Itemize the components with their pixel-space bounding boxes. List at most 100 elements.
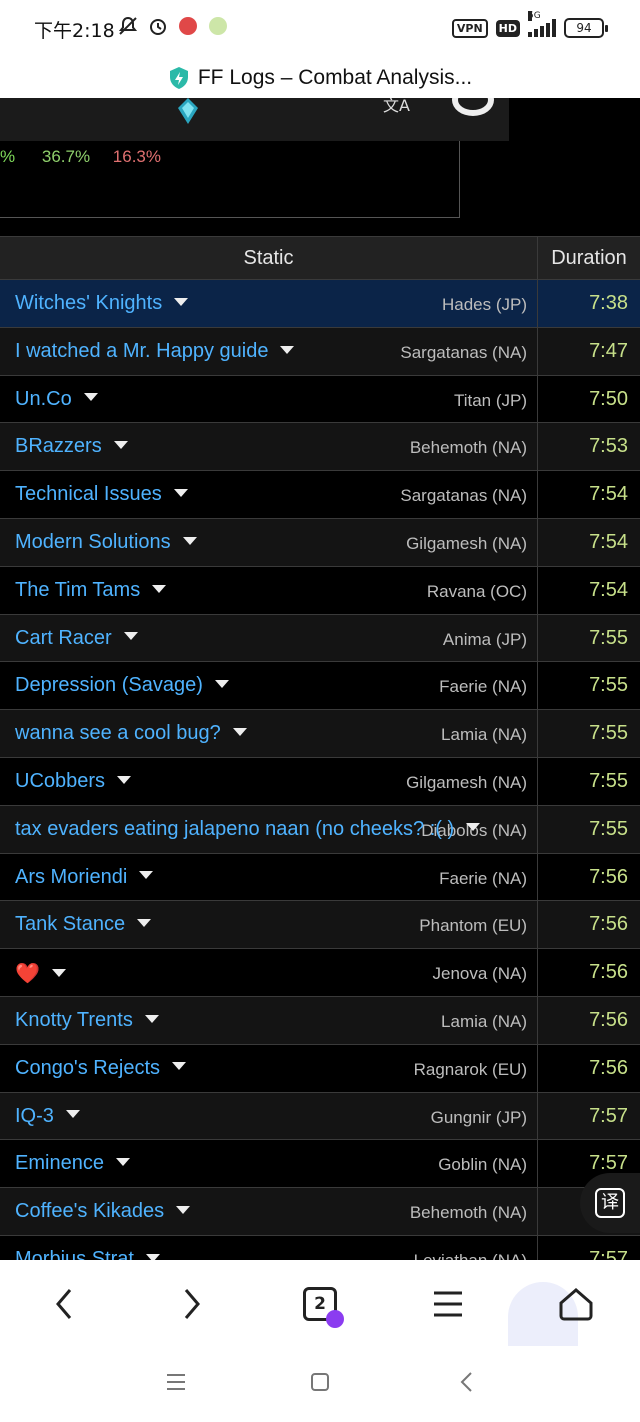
team-name-link[interactable]: Technical Issues — [15, 483, 188, 506]
team-name-link[interactable]: Congo's Rejects — [15, 1057, 186, 1080]
translate-button[interactable]: 译 — [580, 1173, 640, 1233]
home-button[interactable] — [552, 1280, 600, 1328]
static-cell: Sargatanas (NA) I watched a Mr. Happy gui… — [0, 327, 538, 375]
team-name-link[interactable]: Witches' Knights — [15, 292, 189, 315]
team-name-link[interactable]: Knotty Trents — [15, 1009, 159, 1032]
menu-button[interactable] — [424, 1280, 472, 1328]
table-row[interactable]: Goblin (NA) Eminence 7:57 — [0, 1140, 640, 1189]
table-row[interactable]: Lamia (NA) Knotty Trents 7:56 — [0, 996, 640, 1045]
duration-cell: 7:56 — [589, 913, 628, 936]
caret-down-icon[interactable] — [174, 297, 189, 306]
back-button[interactable] — [40, 1280, 88, 1328]
table-row[interactable]: Behemoth (NA)Coffee's Kikades7:57 — [0, 1188, 640, 1236]
table-row[interactable]: Sargatanas (NA) I watched a Mr. Happy gui… — [0, 327, 640, 376]
team-name-text: The Tim Tams — [15, 578, 141, 601]
team-name-link[interactable]: I watched a Mr. Happy guide — [15, 339, 295, 363]
table-row[interactable]: Phantom (EU) Tank Stance 7:56 — [0, 901, 640, 950]
team-name-link[interactable]: Modern Solutions — [15, 531, 197, 554]
caret-down-icon[interactable] — [137, 919, 152, 928]
table-row[interactable]: Diabolos (NA) tax evaders eating jalapeno… — [0, 805, 640, 854]
duration-cell: 7:56 — [589, 1056, 628, 1079]
static-cell: Jenova (NA) ❤️ — [0, 949, 538, 996]
caret-down-icon[interactable] — [83, 393, 98, 402]
column-header-static[interactable]: Static — [0, 237, 538, 279]
duration-cell: 7:55 — [589, 722, 628, 745]
team-name-link[interactable]: Morbius Strat — [15, 1248, 160, 1260]
table-row[interactable]: Gilgamesh (NA) UCobbers 7:55 — [0, 757, 640, 806]
team-name-link[interactable]: The Tim Tams — [15, 578, 167, 602]
static-cell: Leviathan (NA) Morbius Strat — [0, 1235, 538, 1260]
team-name-text: ❤️ — [15, 963, 40, 986]
system-back-button[interactable] — [452, 1368, 480, 1396]
team-name-link[interactable]: Eminence — [15, 1152, 130, 1175]
caret-down-icon[interactable] — [139, 871, 154, 880]
table-row[interactable]: Gungnir (JP) IQ-3 7:57 — [0, 1092, 640, 1141]
table-row[interactable]: Ragnarok (EU) Congo's Rejects 7:56 — [0, 1044, 640, 1093]
static-cell: Lamia (NA) Knotty Trents — [0, 996, 538, 1044]
team-name-link[interactable]: Cart Racer — [15, 627, 138, 650]
caret-down-icon[interactable] — [466, 823, 481, 832]
caret-down-icon[interactable] — [123, 632, 138, 641]
team-name-text: Morbius Strat — [15, 1247, 134, 1260]
server-label: Faerie (NA) — [439, 677, 527, 697]
table-row[interactable]: Leviathan (NA) Morbius Strat 7:57 — [0, 1235, 640, 1260]
chevron-right-icon — [184, 1289, 200, 1319]
table-row[interactable]: Behemoth (NA) BRazzers 7:53 — [0, 423, 640, 472]
column-header-duration[interactable]: Duration — [538, 237, 640, 279]
team-name-link[interactable]: Un.Co — [15, 388, 98, 411]
team-name-link[interactable]: Tank Stance — [15, 913, 152, 936]
recents-button[interactable] — [162, 1368, 190, 1396]
tabs-button[interactable]: 2 — [296, 1280, 344, 1328]
caret-down-icon[interactable] — [144, 1014, 159, 1023]
team-name-link[interactable]: Coffee's Kikades — [15, 1200, 191, 1223]
team-name-text: Witches' Knights — [15, 292, 163, 314]
table-row[interactable]: Hades (JP) Witches' Knights 7:38 — [0, 280, 640, 328]
caret-down-icon[interactable] — [115, 1158, 130, 1167]
caret-down-icon[interactable] — [172, 1062, 186, 1071]
web-content: 文A % 36.7% 16.3% Static Duration Hades (… — [0, 98, 640, 1260]
team-name-text: Coffee's Kikades — [15, 1200, 165, 1223]
caret-down-icon[interactable] — [280, 345, 295, 354]
crystal-logo-icon[interactable] — [176, 98, 200, 124]
table-row[interactable]: Faerie (NA) Depression (Savage) 7:55 — [0, 662, 640, 711]
team-name-text: I watched a Mr. Happy guide — [15, 339, 269, 362]
table-row[interactable]: Lamia (NA) wanna see a cool bug? 7:55 — [0, 710, 640, 758]
status-notification-icons — [116, 14, 230, 38]
incognito-badge-icon — [326, 1310, 344, 1328]
team-name-link[interactable]: wanna see a cool bug? — [15, 722, 247, 745]
caret-down-icon[interactable] — [176, 1205, 191, 1214]
team-name-link[interactable]: IQ-3 — [15, 1105, 80, 1128]
caret-down-icon[interactable] — [51, 968, 66, 977]
server-label: Goblin (NA) — [438, 1155, 527, 1175]
team-name-link[interactable]: tax evaders eating jalapeno naan (no che… — [15, 818, 481, 841]
static-cell: Sargatanas (NA) Technical Issues — [0, 471, 538, 518]
caret-down-icon[interactable] — [232, 727, 247, 736]
language-icon[interactable]: 文A — [383, 98, 410, 116]
caret-down-icon[interactable] — [65, 1110, 80, 1119]
user-avatar-icon[interactable] — [452, 98, 494, 116]
caret-down-icon[interactable] — [152, 584, 167, 593]
team-name-link[interactable]: Ars Moriendi — [15, 866, 154, 889]
team-name-link[interactable]: BRazzers — [15, 435, 128, 458]
caret-down-icon[interactable] — [117, 775, 132, 784]
browser-title-bar[interactable]: FF Logs – Combat Analysis... — [0, 58, 640, 98]
caret-down-icon[interactable] — [113, 441, 128, 450]
table-row[interactable]: Titan (JP) Un.Co 7:50 — [0, 375, 640, 424]
duration-cell: 7:53 — [589, 435, 628, 458]
table-row[interactable]: Jenova (NA) ❤️ 7:56 — [0, 949, 640, 997]
table-row[interactable]: Faerie (NA) Ars Moriendi 7:56 — [0, 853, 640, 902]
table-row[interactable]: Anima (JP) Cart Racer 7:55 — [0, 614, 640, 663]
caret-down-icon[interactable] — [214, 680, 229, 689]
vpn-icon: VPN — [451, 18, 488, 38]
system-home-button[interactable] — [306, 1368, 334, 1396]
table-row[interactable]: Sargatanas (NA) Technical Issues 7:54 — [0, 471, 640, 519]
caret-down-icon[interactable] — [173, 488, 188, 497]
system-navigation-bar — [0, 1346, 640, 1422]
table-row[interactable]: Gilgamesh (NA) Modern Solutions 7:54 — [0, 518, 640, 567]
caret-down-icon[interactable] — [182, 536, 197, 545]
team-name-link[interactable]: UCobbers — [15, 770, 132, 793]
forward-button[interactable] — [168, 1280, 216, 1328]
team-name-link[interactable]: Depression (Savage) — [15, 674, 229, 697]
team-name-link[interactable]: ❤️ — [15, 961, 66, 986]
table-row[interactable]: Ravana (OC) The Tim Tams 7:54 — [0, 566, 640, 615]
